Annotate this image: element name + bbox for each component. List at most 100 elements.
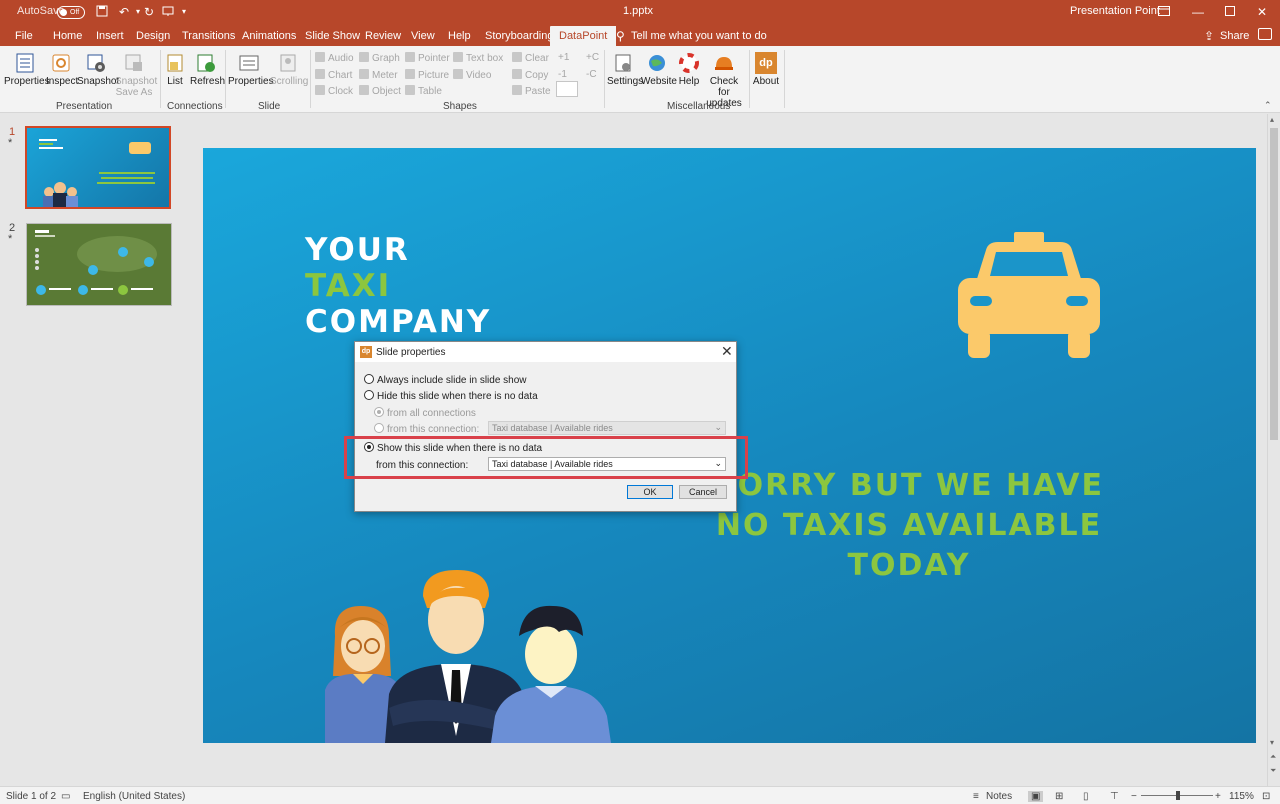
- plus-c-button[interactable]: +C: [586, 52, 599, 63]
- radio-button[interactable]: [364, 390, 374, 400]
- tab-review[interactable]: Review: [365, 30, 401, 42]
- share-icon[interactable]: ⇪: [1204, 29, 1214, 43]
- account-name[interactable]: Presentation Point: [1070, 5, 1160, 17]
- tab-datapoint[interactable]: DataPoint: [550, 26, 617, 48]
- hide-connection-select[interactable]: Taxi database | Available rides ⌄: [488, 421, 726, 435]
- slideshow-view-icon[interactable]: ⊤: [1110, 791, 1119, 802]
- snapshot-button[interactable]: Snapshot: [77, 52, 119, 87]
- clear-button[interactable]: Clear: [512, 52, 549, 64]
- radio-button[interactable]: [374, 407, 384, 417]
- taxi-icon[interactable]: [958, 232, 1100, 360]
- slide-thumbnail-1[interactable]: [25, 126, 171, 209]
- plus-one-button[interactable]: +1: [558, 52, 569, 63]
- picture-button[interactable]: Picture: [405, 69, 449, 81]
- radio-always-include[interactable]: Always include slide in slide show: [364, 374, 527, 386]
- share-button[interactable]: Share: [1220, 30, 1249, 42]
- zoom-in-icon[interactable]: +: [1215, 791, 1221, 802]
- graph-button[interactable]: Graph: [359, 52, 400, 64]
- value-box[interactable]: [556, 81, 578, 97]
- slide-sorter-icon[interactable]: ⊞: [1055, 791, 1063, 802]
- website-button[interactable]: Website: [641, 52, 677, 87]
- customize-qat-icon[interactable]: ▾: [177, 5, 191, 19]
- spellcheck-icon[interactable]: ▭: [61, 791, 70, 802]
- tab-help[interactable]: Help: [448, 30, 471, 42]
- inspect-button[interactable]: Inspect: [46, 52, 78, 87]
- tab-animations[interactable]: Animations: [242, 30, 296, 42]
- redo-icon[interactable]: ↻: [142, 5, 156, 19]
- radio-hide-when-no-data[interactable]: Hide this slide when there is no data: [364, 390, 538, 402]
- about-button[interactable]: dp About: [752, 52, 780, 87]
- tab-view[interactable]: View: [411, 30, 435, 42]
- object-button[interactable]: Object: [359, 85, 401, 97]
- paste-button[interactable]: Paste: [512, 85, 551, 97]
- minus-c-button[interactable]: -C: [586, 69, 597, 80]
- notes-button[interactable]: Notes: [986, 791, 1012, 802]
- autosave-toggle[interactable]: Off: [57, 6, 85, 19]
- vertical-scrollbar[interactable]: ▴ ▾ ⏶ ⏷: [1267, 114, 1280, 786]
- ribbon-display-options-icon[interactable]: [1156, 4, 1172, 20]
- normal-view-icon[interactable]: ▣: [1028, 791, 1044, 802]
- next-slide-icon[interactable]: ⏷: [1270, 766, 1276, 776]
- save-icon[interactable]: [95, 5, 109, 19]
- comments-icon[interactable]: [1258, 28, 1272, 40]
- list-button[interactable]: List: [163, 52, 187, 87]
- tab-home[interactable]: Home: [53, 30, 82, 42]
- group-misc-label: Miscellaneous: [667, 101, 731, 112]
- undo-icon[interactable]: ↶: [117, 5, 131, 19]
- start-from-beginning-icon[interactable]: [161, 5, 175, 19]
- pointer-button[interactable]: Pointer: [405, 52, 450, 64]
- clock-button[interactable]: Clock: [315, 85, 353, 97]
- tab-file[interactable]: File: [15, 30, 33, 42]
- radio-button[interactable]: [364, 374, 374, 384]
- tell-me-search[interactable]: Tell me what you want to do: [631, 30, 767, 42]
- copy-button[interactable]: Copy: [512, 69, 548, 81]
- zoom-level[interactable]: 115%: [1229, 791, 1254, 802]
- tab-storyboarding[interactable]: Storyboarding: [485, 30, 554, 42]
- table-button[interactable]: Table: [405, 85, 442, 97]
- snapshot-save-as-button[interactable]: Snapshot Save As: [115, 52, 157, 98]
- refresh-button[interactable]: Refresh: [190, 52, 225, 87]
- radio-from-all-connections[interactable]: from all connections: [374, 407, 476, 419]
- reading-view-icon[interactable]: ▯: [1083, 791, 1089, 802]
- presentation-properties-button[interactable]: Properties: [4, 52, 50, 87]
- video-button[interactable]: Video: [453, 69, 491, 81]
- people-illustration[interactable]: [319, 566, 619, 743]
- text-box-button[interactable]: Text box: [453, 52, 503, 64]
- language-indicator[interactable]: English (United States): [83, 791, 185, 802]
- radio-from-this-connection[interactable]: from this connection:: [374, 423, 479, 435]
- dialog-title: Slide properties: [376, 347, 446, 358]
- no-taxis-message[interactable]: SORRY BUT WE HAVE NO TAXIS AVAILABLE TOD…: [708, 466, 1110, 586]
- settings-button[interactable]: Settings: [607, 52, 643, 87]
- datapoint-logo-icon: dp: [360, 346, 372, 358]
- dialog-close-icon[interactable]: ✕: [721, 343, 733, 360]
- scrolling-button[interactable]: Scrolling: [270, 52, 308, 87]
- tab-transitions[interactable]: Transitions: [182, 30, 235, 42]
- fit-to-window-icon[interactable]: ⊡: [1262, 791, 1270, 802]
- chart-button[interactable]: Chart: [315, 69, 352, 81]
- tab-design[interactable]: Design: [136, 30, 170, 42]
- slide-properties-button[interactable]: Properties: [228, 52, 274, 87]
- scroll-down-icon[interactable]: ▾: [1270, 738, 1274, 747]
- zoom-slider-thumb[interactable]: [1176, 791, 1180, 800]
- minus-one-button[interactable]: -1: [558, 69, 567, 80]
- slide-count[interactable]: Slide 1 of 2: [6, 791, 56, 802]
- previous-slide-icon[interactable]: ⏶: [1270, 752, 1276, 762]
- audio-button[interactable]: Audio: [315, 52, 354, 64]
- scroll-up-icon[interactable]: ▴: [1270, 115, 1274, 124]
- radio-button[interactable]: [374, 423, 384, 433]
- tab-insert[interactable]: Insert: [96, 30, 124, 42]
- slide-title[interactable]: YOUR TAXI COMPANY: [305, 232, 491, 340]
- help-button[interactable]: Help: [677, 52, 701, 87]
- scrollbar-thumb[interactable]: [1270, 128, 1278, 440]
- collapse-ribbon-icon[interactable]: ⌃: [1264, 100, 1272, 111]
- maximize-icon[interactable]: [1222, 4, 1238, 20]
- notes-icon[interactable]: ≡: [973, 791, 979, 802]
- cancel-button[interactable]: Cancel: [679, 485, 727, 499]
- close-icon[interactable]: ✕: [1254, 4, 1270, 20]
- minimize-icon[interactable]: —: [1190, 4, 1206, 20]
- ok-button[interactable]: OK: [627, 485, 673, 499]
- tab-slide-show[interactable]: Slide Show: [305, 30, 360, 42]
- slide-thumbnail-2[interactable]: [26, 223, 172, 306]
- meter-button[interactable]: Meter: [359, 69, 398, 81]
- zoom-out-icon[interactable]: −: [1131, 791, 1137, 802]
